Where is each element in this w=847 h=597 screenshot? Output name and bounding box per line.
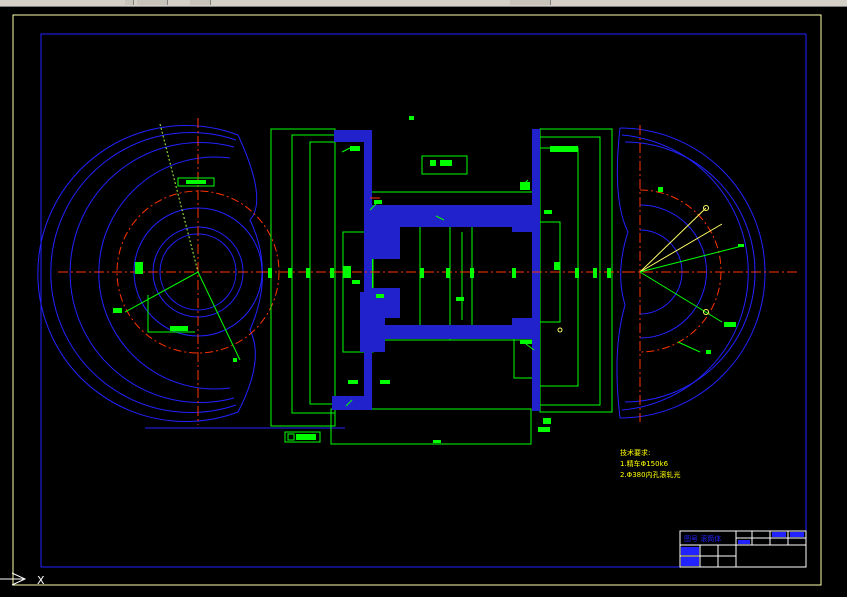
title-block-name: 图号 滚筒体 [684, 534, 721, 543]
technical-requirements: 技术要求: 1.精车Φ150k6 2.Φ380内孔滚轧光 [620, 448, 681, 481]
ucs-x-label: X [37, 574, 45, 587]
notes-line-1: 1.精车Φ150k6 [620, 460, 669, 468]
drawing-canvas[interactable]: 图号 滚筒体 X [0, 7, 847, 597]
bottom-datum-label [284, 431, 321, 443]
toolbar-dropdown[interactable] [137, 0, 168, 5]
section-view-outlines [270, 128, 613, 445]
section-view-hatching [332, 129, 540, 411]
toolbar-button[interactable] [190, 0, 211, 5]
notes-line-2: 2.Φ380内孔滚轧光 [620, 471, 681, 479]
left-view-dim-labels [113, 177, 237, 362]
notes-heading: 技术要求: [620, 449, 651, 457]
left-end-view [37, 118, 345, 429]
toolbar-button[interactable] [125, 0, 134, 5]
cad-toolbar-strip [0, 0, 847, 7]
drawing-frame [40, 33, 807, 568]
toolbar-dropdown[interactable] [510, 0, 551, 5]
